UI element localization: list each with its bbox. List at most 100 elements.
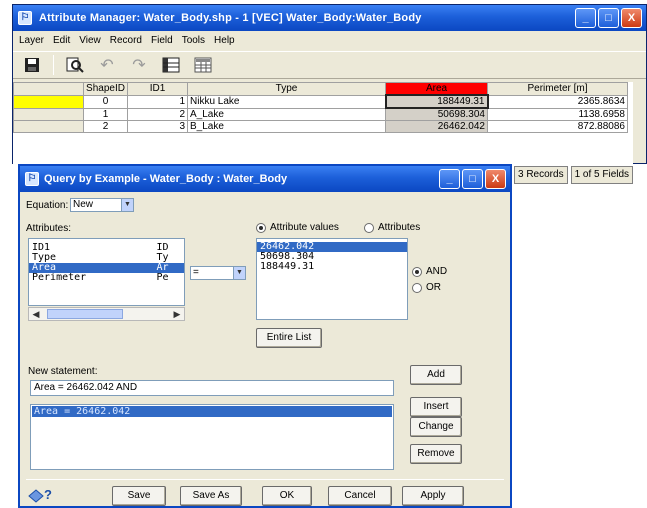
column-header-id1[interactable]: ID1 (127, 82, 188, 96)
new-statement-field[interactable]: Area = 26462.042 AND (30, 380, 394, 396)
scroll-right-icon[interactable]: ▶ (170, 308, 184, 320)
menu-field[interactable]: Field (151, 33, 173, 49)
chevron-down-icon[interactable]: ▼ (233, 267, 245, 279)
menu-record[interactable]: Record (110, 33, 142, 49)
and-radio[interactable]: AND (412, 266, 447, 277)
query-dialog-title: Query by Example - Water_Body : Water_Bo… (44, 173, 288, 185)
scroll-thumb[interactable] (47, 309, 123, 319)
query-dialog-titlebar[interactable]: ⚐ Query by Example - Water_Body : Water_… (20, 166, 510, 192)
save-as-button[interactable]: Save As (180, 486, 242, 506)
list-item[interactable]: 188449.31 (257, 262, 407, 272)
table-row[interactable]: 1 2 A_Lake 50698.304 1138.6958 (13, 107, 628, 121)
cell-id1[interactable]: 2 (127, 107, 188, 121)
chevron-down-icon[interactable]: ▼ (121, 199, 133, 211)
dialog-app-icon: ⚐ (25, 172, 39, 186)
apply-button[interactable]: Apply (402, 486, 464, 506)
list-item-selected[interactable]: 26462.042 (257, 242, 407, 252)
attribute-manager-titlebar[interactable]: ⚐ Attribute Manager: Water_Body.shp - 1 … (13, 5, 646, 31)
maximize-button[interactable]: □ (598, 8, 619, 28)
new-statement-label: New statement: (28, 366, 98, 377)
cell-area[interactable]: 50698.304 (385, 107, 488, 121)
operator-select[interactable]: = ▼ (190, 266, 246, 280)
attributes-horizontal-scrollbar[interactable]: ◀ ▶ (28, 307, 185, 321)
table-icon[interactable] (160, 55, 182, 75)
attribute-manager-window: ⚐ Attribute Manager: Water_Body.shp - 1 … (12, 4, 647, 164)
cell-area[interactable]: 188449.31 (384, 94, 489, 109)
grid-icon[interactable] (192, 55, 214, 75)
cell-type[interactable]: B_Lake (187, 120, 386, 133)
dialog-close-button[interactable]: X (485, 169, 506, 189)
list-item-selected[interactable]: Area = 26462.042 (32, 406, 392, 417)
add-button[interactable]: Add (410, 365, 462, 385)
equation-select[interactable]: New ▼ (70, 198, 134, 212)
cell-id1[interactable]: 1 (127, 94, 188, 109)
preview-icon[interactable] (64, 55, 86, 75)
values-list[interactable]: 26462.042 50698.304 188449.31 (256, 238, 408, 320)
cell-type[interactable]: Nikku Lake (187, 94, 386, 109)
menu-edit[interactable]: Edit (53, 33, 70, 49)
menu-layer[interactable]: Layer (19, 33, 44, 49)
redo-icon[interactable]: ↷ (128, 55, 150, 75)
cell-perimeter[interactable]: 1138.6958 (487, 107, 628, 121)
ok-button[interactable]: OK (262, 486, 312, 506)
row-selector[interactable] (13, 107, 84, 121)
attribute-table[interactable]: ShapeID ID1 Type Area Perimeter [m] 0 1 … (13, 82, 633, 164)
remove-button[interactable]: Remove (410, 444, 462, 464)
menu-tools[interactable]: Tools (182, 33, 205, 49)
attribute-manager-title: Attribute Manager: Water_Body.shp - 1 [V… (39, 12, 422, 24)
cell-shapeid[interactable]: 2 (83, 120, 128, 133)
cell-area[interactable]: 26462.042 (385, 120, 488, 133)
menu-help[interactable]: Help (214, 33, 235, 49)
undo-icon[interactable]: ↶ (96, 55, 118, 75)
list-item[interactable]: 50698.304 (257, 252, 407, 262)
statements-list[interactable]: Area = 26462.042 (30, 404, 394, 470)
scroll-left-icon[interactable]: ◀ (29, 308, 43, 320)
table-row[interactable]: 0 1 Nikku Lake 188449.31 2365.8634 (13, 94, 628, 109)
cell-shapeid[interactable]: 0 (83, 94, 128, 109)
row-selector[interactable] (13, 94, 84, 109)
cell-perimeter[interactable]: 872.88086 (487, 120, 628, 133)
radio-checked-icon (256, 222, 266, 233)
footer-divider (26, 479, 504, 480)
toolbar-separator (53, 55, 54, 75)
list-item-selected[interactable]: Area Ar (29, 263, 184, 273)
row-selector[interactable] (13, 120, 84, 133)
minimize-button[interactable]: _ (575, 8, 596, 28)
status-bar: 3 Records 1 of 5 Fields (514, 166, 634, 184)
row-header-corner (13, 82, 84, 96)
cell-id1[interactable]: 3 (127, 120, 188, 133)
attributes-radio[interactable]: Attributes (364, 222, 420, 233)
column-header-area[interactable]: Area (385, 82, 488, 96)
menu-bar: Layer Edit View Record Field Tools Help (13, 33, 646, 49)
close-button[interactable]: X (621, 8, 642, 28)
equation-select-value: New (73, 199, 94, 210)
operator-select-value: = (193, 267, 199, 278)
cell-shapeid[interactable]: 1 (83, 107, 128, 121)
change-button[interactable]: Change (410, 417, 462, 437)
attributes-label: Attributes: (26, 223, 72, 234)
attribute-values-radio[interactable]: Attribute values (256, 222, 339, 233)
column-header-perimeter[interactable]: Perimeter [m] (487, 82, 628, 96)
save-icon[interactable] (21, 55, 43, 75)
fields-count: 1 of 5 Fields (570, 166, 634, 184)
dialog-minimize-button[interactable]: _ (439, 169, 460, 189)
table-row[interactable]: 2 3 B_Lake 26462.042 872.88086 (13, 120, 628, 133)
column-header-shapeid[interactable]: ShapeID (83, 82, 128, 96)
cancel-button[interactable]: Cancel (328, 486, 392, 506)
list-item[interactable]: Type Ty (29, 253, 184, 263)
list-item[interactable]: Perimeter Pe (29, 273, 184, 283)
attributes-list[interactable]: ID1 ID Type Ty Area Ar Perimeter Pe (28, 238, 185, 306)
save-button[interactable]: Save (112, 486, 166, 506)
column-header-type[interactable]: Type (187, 82, 386, 96)
insert-button[interactable]: Insert (410, 397, 462, 417)
radio-unchecked-icon (412, 282, 422, 293)
app-icon: ⚐ (18, 11, 32, 25)
dialog-maximize-button[interactable]: □ (462, 169, 483, 189)
or-radio[interactable]: OR (412, 282, 441, 293)
cell-type[interactable]: A_Lake (187, 107, 386, 121)
menu-view[interactable]: View (79, 33, 101, 49)
list-item[interactable]: ID1 ID (29, 243, 184, 253)
cell-perimeter[interactable]: 2365.8634 (487, 94, 628, 109)
help-icon[interactable]: ? (28, 486, 56, 504)
entire-list-button[interactable]: Entire List (256, 328, 322, 348)
